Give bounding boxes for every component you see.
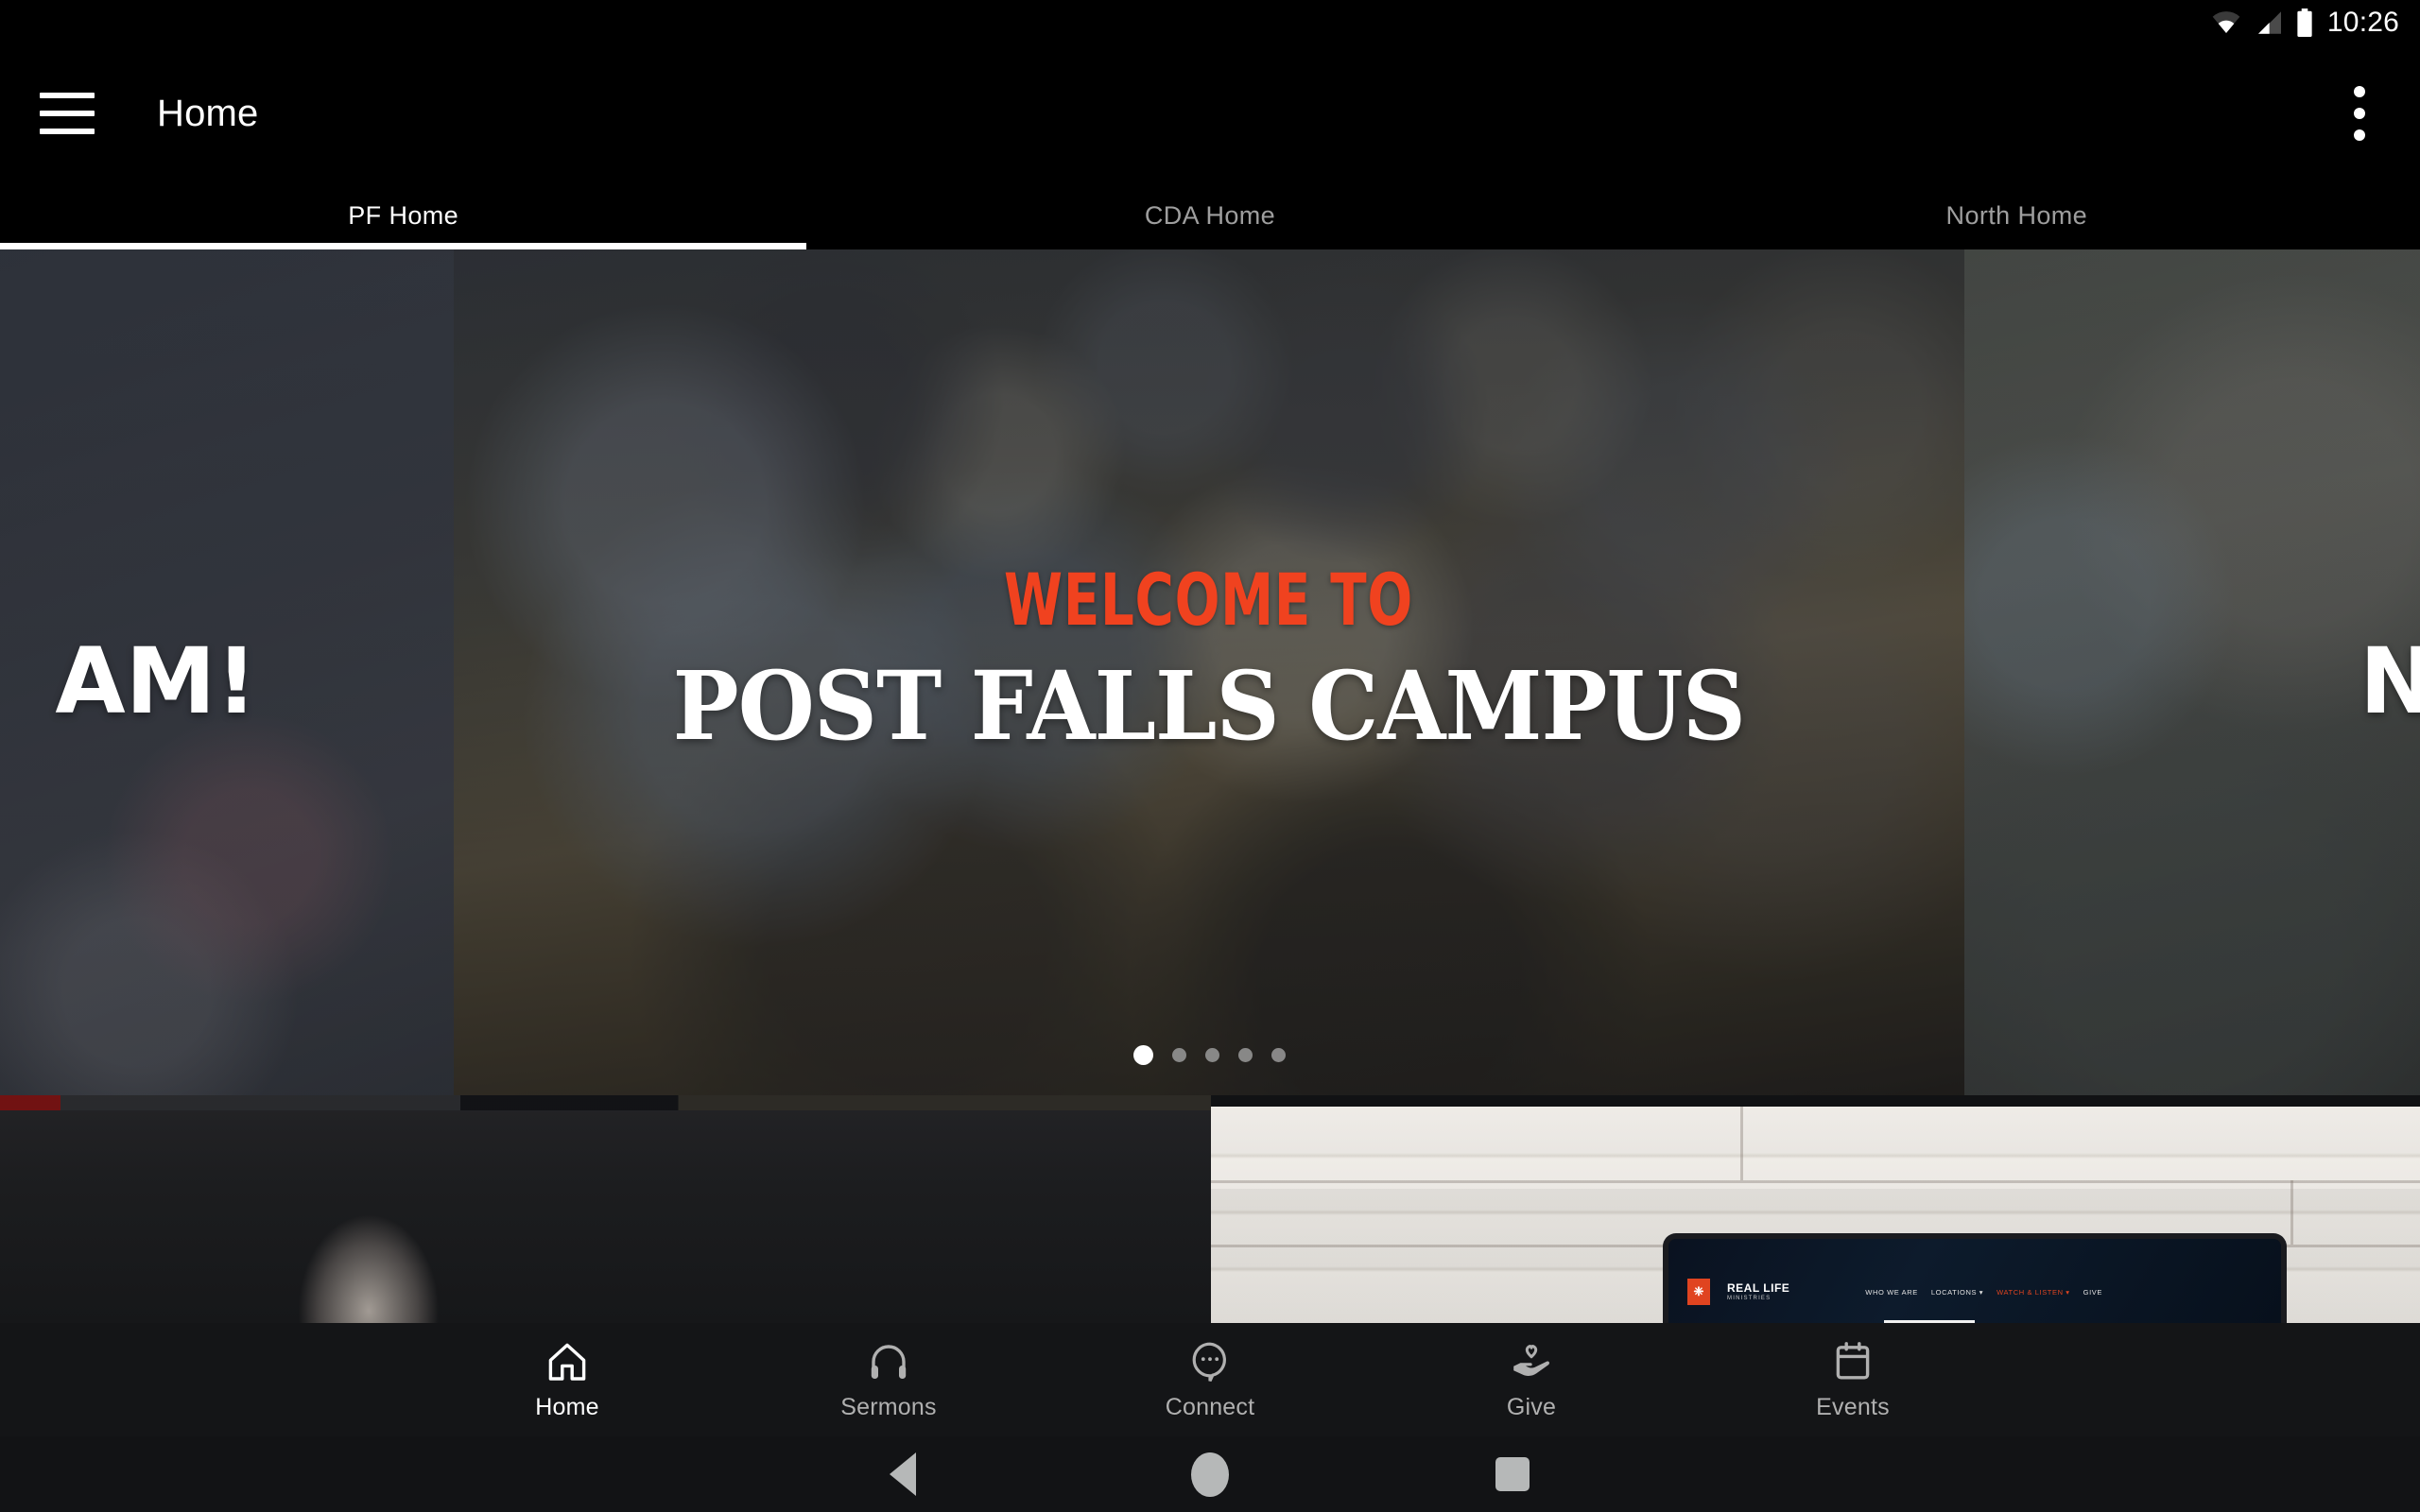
overflow-dot [2354,108,2365,119]
brick-seam [1211,1180,2420,1183]
headphones-icon [871,1344,907,1379]
tab-label: PF Home [348,200,459,230]
content-card-right[interactable]: ❈ REAL LIFE MINISTRIES WHO WE ARE LOCATI… [1211,1107,2420,1323]
recents-square-icon [1495,1457,1530,1491]
bottom-navigation-bar: Home Sermons Connect Give Events [0,1323,2420,1436]
nav-item-connect[interactable]: Connect [1049,1323,1371,1436]
android-app-screen: 10:26 Home PF Home CDA Home North Home A… [0,0,2420,1512]
slide-background-image [1964,249,2420,1095]
brick-seam [2290,1180,2293,1245]
nav-item-sermons[interactable]: Sermons [728,1323,1049,1436]
nav-label: Connect [1165,1393,1255,1420]
carousel-dot[interactable] [1132,1045,1153,1065]
cellular-signal-icon [2257,11,2281,34]
nav-label: Home [535,1393,599,1420]
hero-headline-main: POST FALLS CAMPUS [672,650,1746,763]
nav-label: Events [1816,1393,1890,1420]
overflow-menu-icon[interactable] [2331,68,2388,159]
brand-text-block: REAL LIFE MINISTRIES [1727,1281,1790,1301]
nav-item-home[interactable]: Home [406,1323,728,1436]
next-slide-text: NE [2360,627,2420,734]
carousel-pagination-dots [454,1045,1964,1065]
brand-subtitle: MINISTRIES [1727,1295,1772,1301]
carousel-dot[interactable] [1171,1048,1186,1062]
home-button[interactable] [1153,1436,1267,1512]
hero-text-block: WELCOME TO POST FALLS CAMPUS [454,249,1964,1095]
hamburger-bar [40,93,95,98]
tab-north-home[interactable]: North Home [1614,181,2420,249]
home-icon [548,1343,586,1381]
previous-slide-text: AM! [55,627,257,734]
content-card-left[interactable] [0,1095,1211,1323]
real-life-logo-icon: ❈ [1687,1279,1710,1305]
app-bar: Home [0,45,2420,181]
tab-cda-home[interactable]: CDA Home [806,181,1613,249]
laptop-mockup: ❈ REAL LIFE MINISTRIES WHO WE ARE LOCATI… [1663,1233,2287,1323]
battery-icon [2297,9,2312,37]
hamburger-menu-icon[interactable] [40,93,95,134]
carousel-dot[interactable] [1270,1048,1286,1062]
nav-label: Give [1506,1393,1557,1420]
hero-carousel[interactable]: AM! WELCOME TO POST FALLS CAMPUS NE [0,249,2420,1095]
nav-locations[interactable]: LOCATIONS ▾ [1931,1288,1983,1297]
hamburger-bar [40,129,95,134]
status-bar: 10:26 [0,0,2420,45]
overflow-dot [2354,129,2365,141]
page-title: Home [157,92,259,134]
carousel-slide-next[interactable]: NE [1964,249,2420,1095]
website-header: ❈ REAL LIFE MINISTRIES WHO WE ARE LOCATI… [1687,1279,2268,1305]
home-circle-icon [1191,1452,1229,1497]
carousel-dot[interactable] [1204,1048,1219,1062]
nav-watch-listen[interactable]: WATCH & LISTEN ▾ [1996,1288,2070,1297]
tab-bar: PF Home CDA Home North Home [0,181,2420,249]
brick-seam [1740,1107,1743,1180]
chat-bubble-icon [1192,1342,1226,1382]
back-triangle-icon [890,1452,916,1496]
nav-item-events[interactable]: Events [1692,1323,2014,1436]
status-bar-icons [2210,9,2314,37]
calendar-icon [1836,1341,1870,1380]
recents-button[interactable] [1456,1436,1569,1512]
nav-give[interactable]: GIVE [2083,1288,2102,1297]
nav-item-give[interactable]: Give [1371,1323,1692,1436]
hand-heart-icon [1513,1344,1550,1376]
carousel-slide-current[interactable]: WELCOME TO POST FALLS CAMPUS [454,249,1964,1095]
android-system-navigation-bar [0,1436,2420,1512]
tab-label: North Home [1945,200,2088,230]
overflow-dot [2354,86,2365,97]
back-button[interactable] [846,1436,959,1512]
website-nav: WHO WE ARE LOCATIONS ▾ WATCH & LISTEN ▾ … [1865,1288,2102,1297]
hamburger-bar [40,111,95,116]
content-section: ❈ REAL LIFE MINISTRIES WHO WE ARE LOCATI… [0,1095,2420,1323]
hero-headline-accent: WELCOME TO [1004,557,1414,642]
tab-label: CDA Home [1144,200,1276,230]
nav-who-we-are[interactable]: WHO WE ARE [1865,1288,1918,1297]
wifi-icon [2212,11,2240,34]
brand-name: REAL LIFE [1727,1281,1790,1296]
tab-pf-home[interactable]: PF Home [0,181,807,249]
nav-label: Sermons [840,1393,937,1420]
carousel-dot[interactable] [1237,1048,1253,1062]
status-bar-clock: 10:26 [2326,7,2399,38]
carousel-slide-previous[interactable]: AM! [0,249,454,1095]
